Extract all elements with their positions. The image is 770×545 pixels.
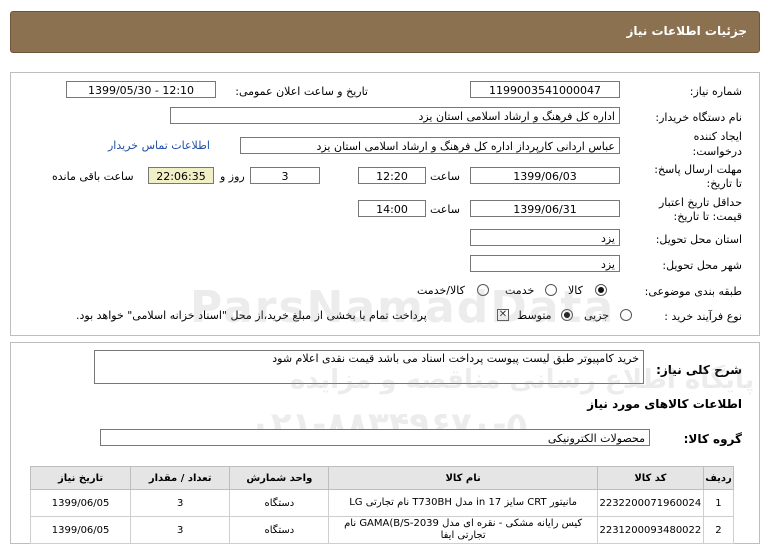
table-row[interactable]: 1399/06/05 3 دستگاه کیس رایانه مشکی - نق… — [29, 516, 735, 544]
goods-table: تاریخ نیاز تعداد / مقدار واحد شمارش نام … — [29, 466, 735, 544]
validity-label-1: حداقل تاریخ اعتبار — [658, 196, 742, 209]
buyer-field: اداره کل فرهنگ و ارشاد اسلامی استان یزد — [170, 107, 620, 124]
cell-unit: دستگاه — [229, 516, 330, 544]
category-label: طبقه بندی موضوعی: — [644, 285, 742, 298]
page-title-bar: جزئیات اطلاعات نیاز — [10, 11, 760, 53]
cell-date: 1399/06/05 — [29, 489, 132, 517]
validity-date-field: 1399/06/31 — [470, 200, 620, 217]
cell-code: 2232200071960024 — [596, 489, 704, 517]
city-field: یزد — [470, 255, 620, 272]
remaining-label: ساعت باقی مانده — [52, 170, 134, 183]
col-unit-header: واحد شمارش — [229, 466, 330, 490]
cell-row: 1 — [702, 489, 735, 517]
col-code-header: کد کالا — [596, 466, 704, 490]
reply-time-field: 12:20 — [358, 167, 426, 184]
goods-group-label: گروه کالا: — [683, 432, 742, 446]
cell-qty: 3 — [130, 489, 231, 517]
cell-name: مانیتور CRT سایز 17 in مدل T730BH نام تج… — [328, 489, 598, 517]
validity-time-label: ساعت — [430, 203, 460, 216]
cell-date: 1399/06/05 — [29, 516, 132, 544]
contact-info-link[interactable]: اطلاعات تماس خریدار — [108, 139, 210, 152]
goods-group-field: محصولات الکترونیکی — [100, 429, 650, 446]
process-label: نوع فرآیند خرید : — [664, 310, 742, 323]
cell-row: 2 — [702, 516, 735, 544]
cell-qty: 3 — [130, 516, 231, 544]
remaining-time-field: 22:06:35 — [148, 167, 214, 184]
reply-time-label: ساعت — [430, 170, 460, 183]
table-header-row: تاریخ نیاز تعداد / مقدار واحد شمارش نام … — [29, 466, 735, 490]
process-radio-minor[interactable] — [620, 309, 632, 321]
col-name-header: نام کالا — [328, 466, 598, 490]
reply-date-field: 1399/06/03 — [470, 167, 620, 184]
announce-label: تاریخ و ساعت اعلان عمومی: — [235, 85, 368, 98]
col-qty-header: تعداد / مقدار — [130, 466, 231, 490]
col-date-header: تاریخ نیاز — [29, 466, 132, 490]
days-field: 3 — [250, 167, 320, 184]
validity-time-field: 14:00 — [358, 200, 426, 217]
page-title: جزئیات اطلاعات نیاز — [626, 24, 747, 38]
cell-code: 2231200093480022 — [596, 516, 704, 544]
province-label: استان محل تحویل: — [655, 233, 742, 246]
watermark-brand: ParsNamadData — [190, 282, 616, 333]
province-field: یزد — [470, 229, 620, 246]
col-row-header: ردیف — [702, 466, 735, 490]
city-label: شهر محل تحویل: — [662, 259, 742, 272]
goods-section-title: اطلاعات کالاهای مورد نیاز — [587, 397, 742, 411]
cell-name: کیس رایانه مشکی - نقره ای مدل GAMA(B/S-2… — [328, 516, 598, 544]
need-number-field: 1199003541000047 — [470, 81, 620, 98]
buyer-label: نام دستگاه خریدار: — [655, 111, 742, 124]
days-label: روز و — [220, 170, 245, 183]
creator-label-2: درخواست: — [692, 145, 742, 158]
watermark-subtitle: پایگاه اطلاع رسانی مناقصه و مزایده — [290, 365, 755, 395]
table-row[interactable]: 1399/06/05 3 دستگاه مانیتور CRT سایز 17 … — [29, 489, 735, 517]
need-number-label: شماره نیاز: — [689, 85, 742, 98]
validity-label-2: قیمت: تا تاریخ: — [673, 210, 742, 223]
announce-field: 1399/05/30 - 12:10 — [66, 81, 216, 98]
creator-label-1: ایجاد کننده — [693, 130, 742, 143]
reply-deadline-label-1: مهلت ارسال پاسخ: — [654, 163, 742, 176]
reply-deadline-label-2: تا تاریخ: — [706, 177, 742, 190]
creator-field: عباس اردانی کارپرداز اداره کل فرهنگ و ار… — [240, 137, 620, 154]
cell-unit: دستگاه — [229, 489, 330, 517]
